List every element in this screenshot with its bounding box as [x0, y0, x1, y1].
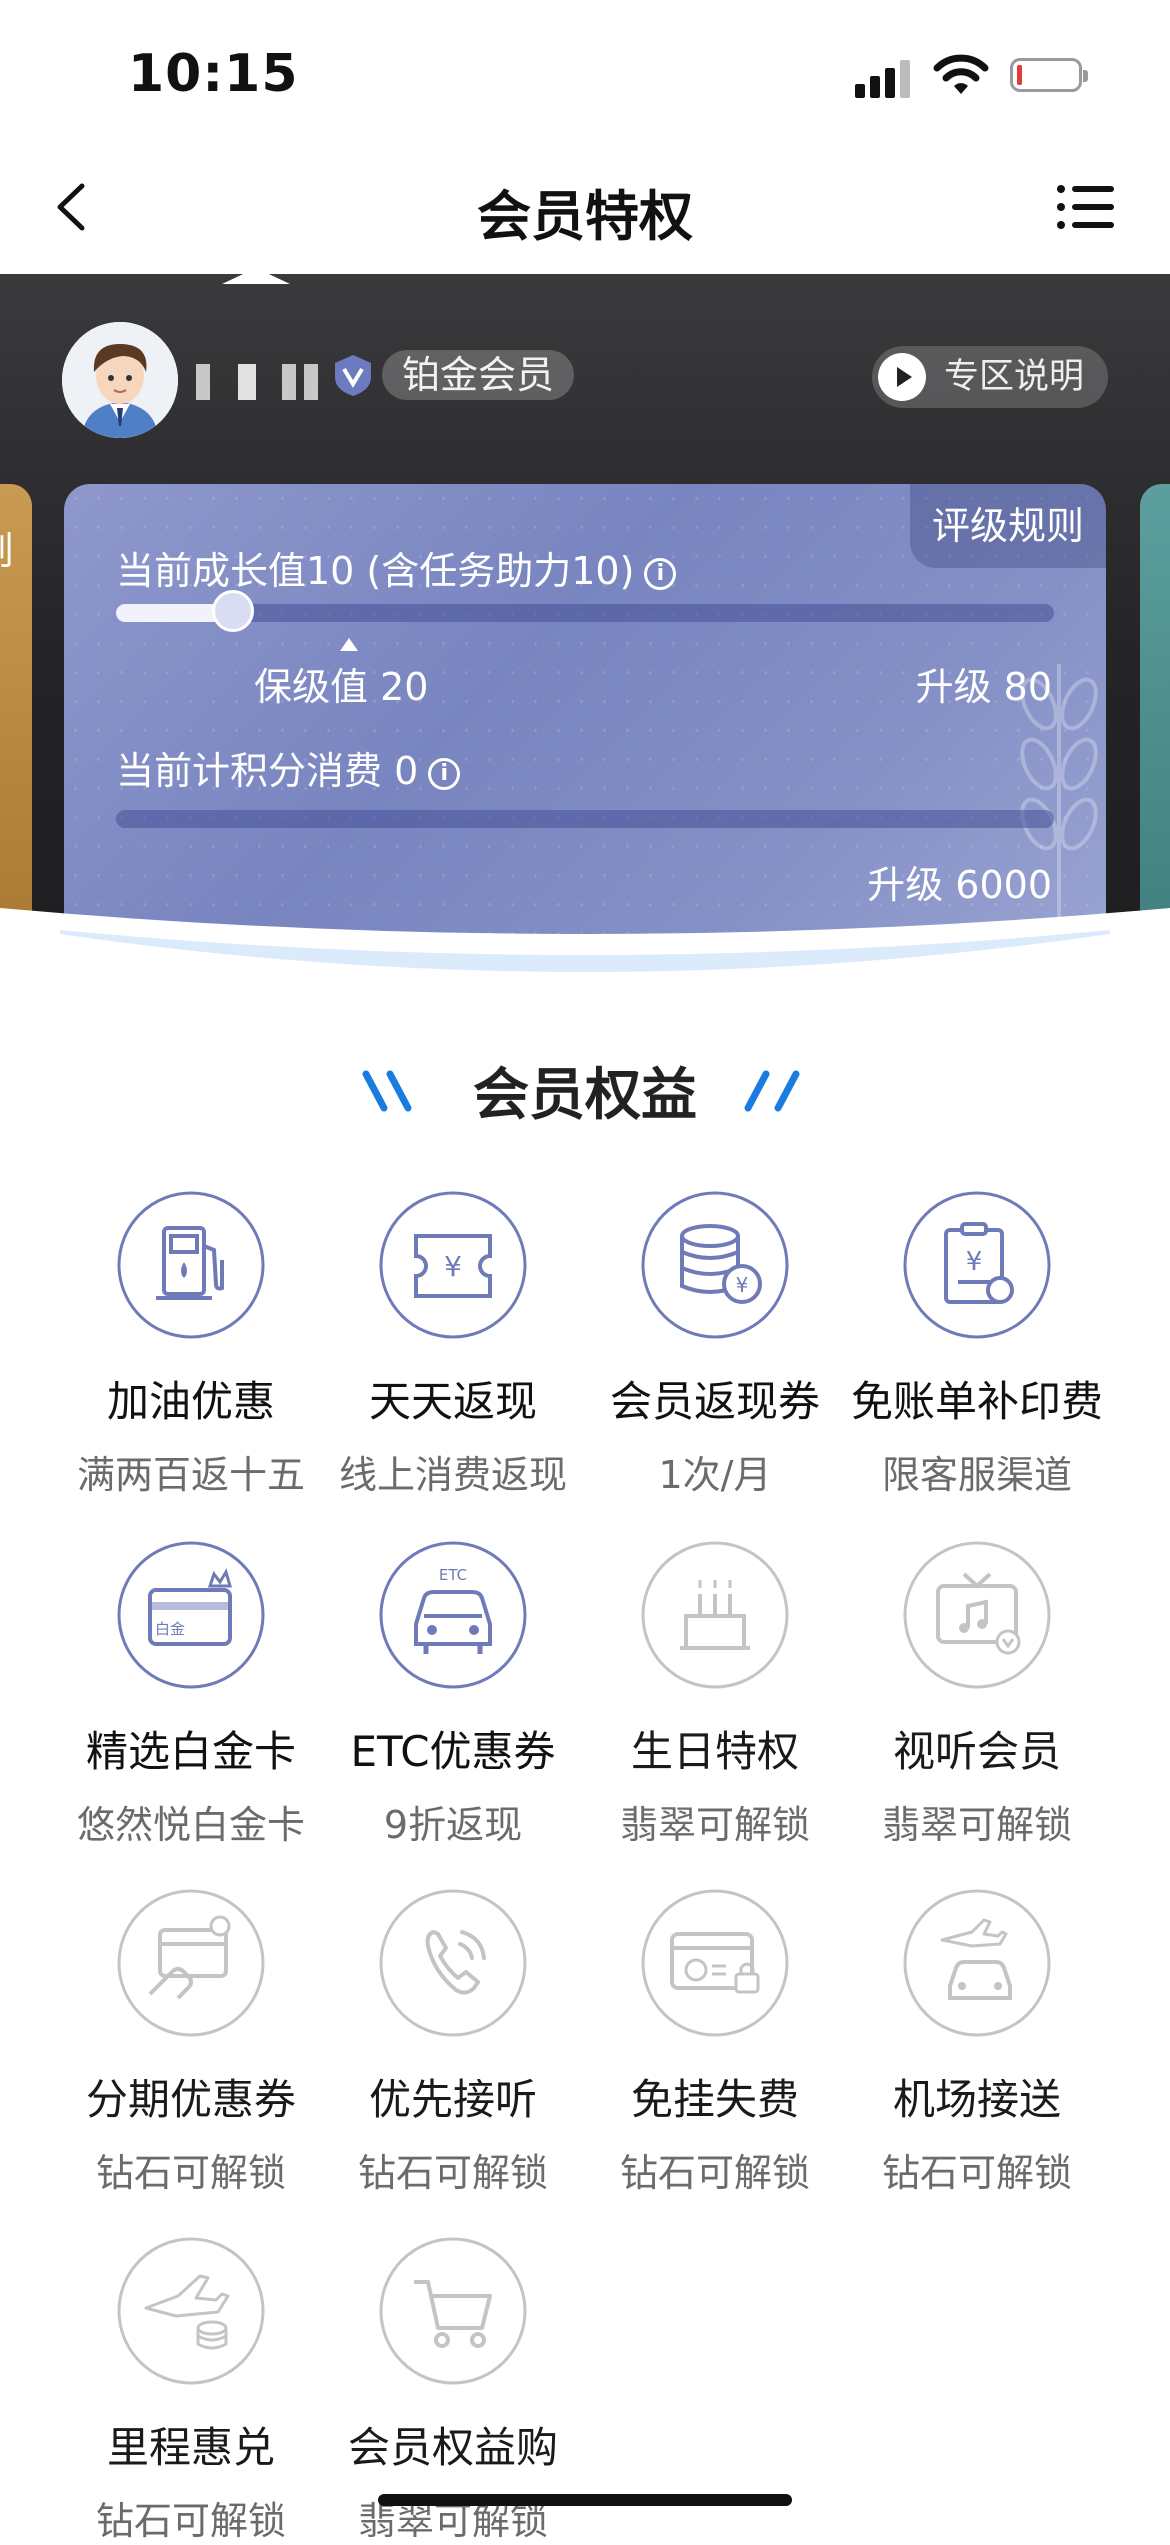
growth-info-icon[interactable]: i — [644, 557, 677, 590]
points-consumption-label: 当前计积分消费 0 i — [116, 740, 461, 795]
growth-progress-knob — [212, 590, 255, 632]
benefit-name: ETC优惠券 — [350, 1727, 556, 1776]
zone-explanation-label: 专区说明 — [944, 357, 1085, 397]
platinum-card-icon: 白金 — [117, 1541, 265, 1689]
keep-level-marker — [340, 638, 358, 651]
title-deco-right-icon — [744, 1070, 800, 1112]
status-bar: 10:15 — [0, 0, 1170, 140]
benefit-name: 免账单补印费 — [850, 1377, 1103, 1426]
tv-music-icon — [903, 1541, 1051, 1689]
benefit-name: 精选白金卡 — [85, 1727, 296, 1776]
etc-car-icon: ETC — [379, 1541, 527, 1689]
points-consumption-text: 当前计积分消费 0 — [116, 749, 419, 793]
icon-label: ETC — [439, 1566, 467, 1584]
next-tier-card[interactable] — [1140, 484, 1170, 964]
header-wave — [0, 908, 1170, 990]
installment-card-icon — [117, 1889, 265, 2037]
points-info-icon[interactable]: i — [428, 757, 461, 790]
benefit-desc: 线上消费返现 — [338, 1453, 567, 1497]
benefit-desc: 悠然悦白金卡 — [76, 1803, 305, 1847]
svg-text:¥: ¥ — [966, 1247, 983, 1277]
yuan-ticket-icon: ¥ — [379, 1191, 527, 1339]
zone-explanation-button[interactable]: 专区说明 — [872, 346, 1108, 408]
benefit-name: 机场接送 — [892, 2075, 1061, 2124]
battery-icon — [1010, 58, 1088, 92]
nav-bar: 会员特权 — [0, 140, 1170, 274]
svg-text:¥: ¥ — [444, 1250, 462, 1283]
avatar-person-icon — [62, 322, 178, 438]
fuel-pump-icon — [117, 1191, 265, 1339]
svg-text:¥: ¥ — [736, 1273, 749, 1297]
benefit-desc: 1次/月 — [658, 1453, 772, 1497]
home-indicator — [378, 2494, 792, 2506]
benefit-name: 会员返现券 — [609, 1377, 820, 1426]
benefit-desc: 满两百返十五 — [76, 1453, 305, 1497]
plane-coins-icon — [117, 2237, 265, 2385]
benefit-desc: 翡翠可解锁 — [881, 1803, 1072, 1847]
benefit-desc: 翡翠可解锁 — [619, 1803, 810, 1847]
benefit-name: 生日特权 — [630, 1727, 799, 1776]
page-title: 会员特权 — [477, 185, 693, 248]
phone-call-icon — [379, 1889, 527, 2037]
benefit-name: 免挂失费 — [630, 2075, 799, 2124]
benefit-desc: 限客服渠道 — [881, 1453, 1072, 1497]
play-icon — [878, 353, 926, 401]
section-title: 会员权益 — [473, 1063, 697, 1128]
keep-level-label: 保级值 20 — [254, 665, 429, 709]
benefit-desc: 钻石可解锁 — [357, 2151, 548, 2195]
shopping-cart-icon — [379, 2237, 527, 2385]
bill-clipboard-icon: ¥ — [903, 1191, 1051, 1339]
benefit-name: 里程惠兑 — [106, 2423, 275, 2472]
wifi-icon — [933, 54, 989, 94]
benefit-name: 分期优惠券 — [85, 2075, 296, 2124]
benefit-desc: 钻石可解锁 — [881, 2151, 1072, 2195]
header-notch — [222, 274, 290, 284]
avatar[interactable] — [62, 322, 178, 438]
rating-rules-button[interactable]: 评级规则 — [909, 484, 1106, 568]
benefit-name: 会员权益购 — [347, 2423, 558, 2472]
benefit-desc: 钻石可解锁 — [619, 2151, 810, 2195]
cellular-signal-icon — [855, 58, 915, 98]
icon-label: 白金 — [155, 1620, 185, 1638]
airport-car-icon — [903, 1889, 1051, 2037]
user-name-masked — [186, 356, 326, 408]
growth-value-text: 当前成长值10 (含任务助力10) — [116, 549, 635, 593]
status-time: 10:15 — [128, 44, 299, 104]
card-lock-icon — [641, 1889, 789, 2037]
coin-stack-icon: ¥ — [641, 1191, 789, 1339]
benefit-name: 天天返现 — [368, 1377, 537, 1426]
benefit-name: 加油优惠 — [106, 1377, 275, 1426]
membership-header: 铂金会员 专区说明 则 评级规则 当前成长值10 (含任务助力10) i — [0, 274, 1170, 974]
benefit-desc: 钻石可解锁 — [95, 2499, 286, 2543]
benefit-desc: 9折返现 — [383, 1803, 523, 1847]
points-progress-bar — [116, 810, 1054, 828]
previous-tier-card[interactable]: 则 — [0, 484, 32, 964]
upgrade-growth-label: 升级 80 — [915, 665, 1052, 709]
benefit-desc: 钻石可解锁 — [95, 2151, 286, 2195]
benefit-name: 优先接听 — [368, 2075, 537, 2124]
growth-progress-bar — [116, 590, 1054, 632]
growth-value-label: 当前成长值10 (含任务助力10) i — [116, 540, 677, 595]
benefit-name: 视听会员 — [892, 1727, 1061, 1776]
vip-shield-icon — [335, 355, 371, 396]
birthday-cake-icon — [641, 1541, 789, 1689]
member-level-badge: 铂金会员 — [382, 350, 575, 400]
previous-tier-card-text: 则 — [0, 520, 14, 575]
list-menu-button[interactable] — [1056, 182, 1116, 232]
